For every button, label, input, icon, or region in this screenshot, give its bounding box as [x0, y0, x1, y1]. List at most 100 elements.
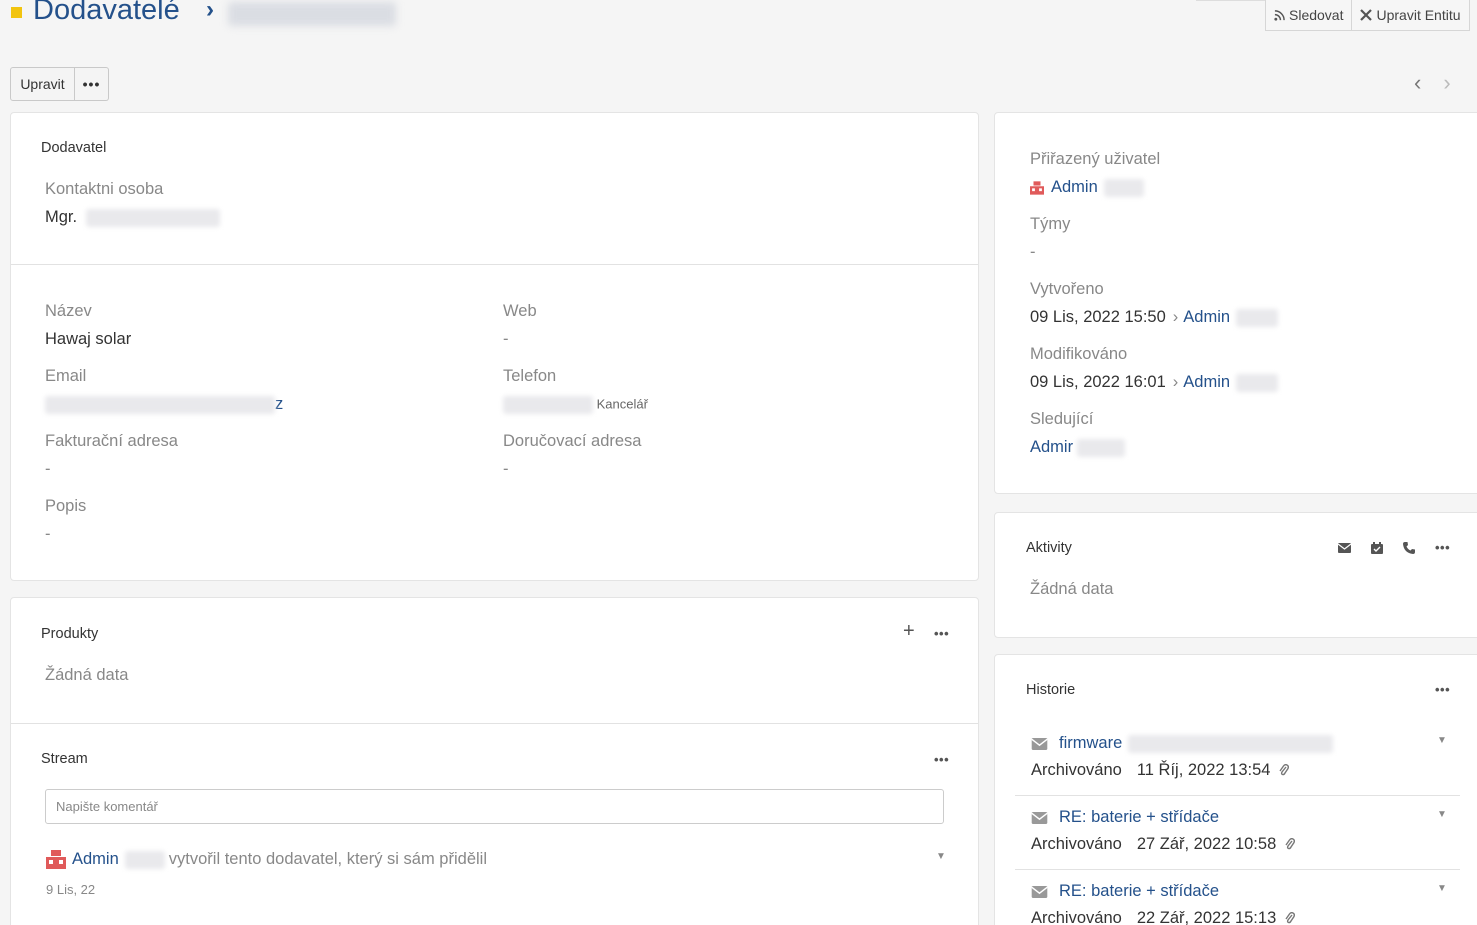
contact-value: Mgr.: [45, 208, 220, 227]
products-stream-panel: Produkty + ••• Žádná data Stream ••• Nap…: [10, 597, 979, 925]
history-item-subject[interactable]: firmware: [1059, 734, 1122, 753]
phone-label: Telefon: [503, 367, 557, 385]
stream-entry-caret-icon[interactable]: ▼: [936, 851, 946, 862]
envelope-icon: [1031, 811, 1048, 824]
history-item-caret-icon[interactable]: ▼: [1437, 809, 1447, 820]
email-label: Email: [45, 367, 87, 385]
billing-label: Fakturační adresa: [45, 432, 178, 450]
modified-label: Modifikováno: [1030, 345, 1128, 363]
contact-name-redacted: [85, 208, 220, 227]
shipping-label: Doručovací adresa: [503, 432, 642, 450]
activities-more-button[interactable]: •••: [1435, 540, 1450, 555]
history-item-status: Archivováno: [1031, 761, 1122, 779]
tools-icon: [1360, 9, 1373, 21]
created-arrow: ›: [1172, 308, 1179, 326]
paperclip-icon: [1285, 912, 1296, 924]
phone-type: Kancelář: [596, 396, 648, 412]
contact-title: Mgr.: [45, 208, 78, 226]
created-date: 09 Lis, 2022 15:50: [1030, 308, 1166, 326]
history-item-meta: Archivováno 27 Zář, 2022 10:58: [1031, 835, 1296, 854]
calendar-icon[interactable]: [1371, 541, 1383, 554]
products-empty: Žádná data: [45, 666, 129, 684]
email-suffix: z: [275, 395, 284, 413]
name-label: Název: [45, 302, 92, 320]
more-actions-button[interactable]: •••: [75, 67, 109, 101]
header-buttons: Sledovat Upravit Entitu: [1265, 0, 1470, 31]
edit-button[interactable]: Upravit: [10, 67, 75, 101]
envelope-icon[interactable]: [1338, 542, 1351, 553]
supplier-divider: [11, 264, 978, 265]
web-label: Web: [503, 302, 537, 320]
follow-button[interactable]: Sledovat: [1266, 0, 1351, 30]
history-item-meta: Archivováno 22 Zář, 2022 15:13: [1031, 909, 1296, 925]
products-more-button[interactable]: •••: [934, 626, 949, 641]
modified-value: 09 Lis, 2022 16:01 › Admin: [1030, 373, 1279, 392]
rss-icon: [1274, 9, 1285, 21]
entity-color-square: [11, 7, 22, 18]
followers-label: Sledující: [1030, 410, 1094, 428]
activities-actions: •••: [1338, 540, 1450, 555]
history-item-subject-row: firmware: [1031, 734, 1334, 753]
modified-by-link[interactable]: Admin: [1183, 373, 1230, 392]
phone-value[interactable]: Kancelář: [503, 396, 648, 414]
follower-link[interactable]: Admir: [1030, 438, 1073, 457]
paperclip-icon: [1285, 838, 1296, 850]
paperclip-icon: [1279, 764, 1290, 776]
next-record-button[interactable]: ›: [1443, 70, 1450, 96]
history-item-date: 11 Říj, 2022 13:54: [1136, 761, 1271, 779]
stream-more-button[interactable]: •••: [934, 752, 949, 767]
stream-entry-date: 9 Lis, 22: [46, 882, 96, 897]
history-item-divider: [1015, 795, 1460, 796]
teams-label: Týmy: [1030, 215, 1071, 233]
user-icon: [46, 850, 66, 869]
record-name-redacted: [228, 2, 396, 26]
history-item-redacted: [1128, 734, 1334, 753]
assigned-user-redacted: [1103, 178, 1144, 197]
record-actions: Upravit •••: [10, 67, 109, 101]
assigned-user-label: Přiřazený uživatel: [1030, 150, 1161, 168]
activities-empty: Žádná data: [1030, 580, 1114, 598]
previous-record-button[interactable]: ‹: [1414, 70, 1421, 96]
teams-value: -: [1030, 243, 1036, 261]
web-value: -: [503, 330, 509, 348]
breadcrumb-dodavatele[interactable]: Dodavatelé: [33, 0, 180, 27]
activities-panel: Aktivity ••• Žádná data: [994, 512, 1477, 638]
edit-entity-label: Upravit Entitu: [1376, 7, 1461, 23]
history-item-caret-icon[interactable]: ▼: [1437, 883, 1447, 894]
name-value: Hawaj solar: [45, 330, 132, 348]
stream-entry-user[interactable]: Admin: [72, 850, 119, 869]
email-value[interactable]: z: [45, 395, 283, 414]
products-title: Produkty: [41, 626, 99, 642]
envelope-icon: [1031, 885, 1048, 898]
history-item-caret-icon[interactable]: ▼: [1437, 735, 1447, 746]
modified-by-redacted: [1236, 373, 1279, 392]
page-header: Dodavatelé ›: [0, 0, 1200, 40]
created-by-link[interactable]: Admin: [1183, 308, 1230, 327]
history-item-status: Archivováno: [1031, 835, 1122, 853]
history-more-button[interactable]: •••: [1435, 682, 1450, 697]
stream-entry-text: vytvořil tento dodavatel, který si sám p…: [168, 850, 487, 868]
header-divider: [1196, 0, 1266, 1]
assigned-user-value: Admin: [1030, 178, 1144, 197]
edit-entity-button[interactable]: Upravit Entitu: [1351, 0, 1468, 30]
created-value: 09 Lis, 2022 15:50 › Admin: [1030, 308, 1279, 327]
stream-title: Stream: [41, 751, 88, 767]
comment-input[interactable]: Napište komentář: [45, 789, 944, 824]
assigned-user-link[interactable]: Admin: [1051, 178, 1098, 197]
add-product-button[interactable]: +: [903, 620, 915, 643]
history-item-subject[interactable]: RE: baterie + střídače: [1059, 808, 1219, 827]
supplier-panel-title: Dodavatel: [41, 140, 107, 156]
phone-icon[interactable]: [1403, 541, 1415, 554]
user-icon: [1030, 180, 1044, 195]
record-navigation: ‹ ›: [1414, 70, 1451, 96]
history-item-subject[interactable]: RE: baterie + střídače: [1059, 882, 1219, 901]
meta-panel: Přiřazený uživatel Admin Týmy - Vytvořen…: [994, 112, 1477, 494]
history-item-subject-row: RE: baterie + střídače: [1031, 808, 1219, 827]
history-item-status: Archivováno: [1031, 909, 1122, 925]
history-title: Historie: [1026, 682, 1076, 698]
history-item-date: 27 Zář, 2022 10:58: [1136, 835, 1277, 853]
description-label: Popis: [45, 497, 87, 515]
breadcrumb-separator: ›: [206, 0, 214, 23]
created-by-redacted: [1236, 308, 1279, 327]
stream-user-redacted: [124, 850, 165, 869]
